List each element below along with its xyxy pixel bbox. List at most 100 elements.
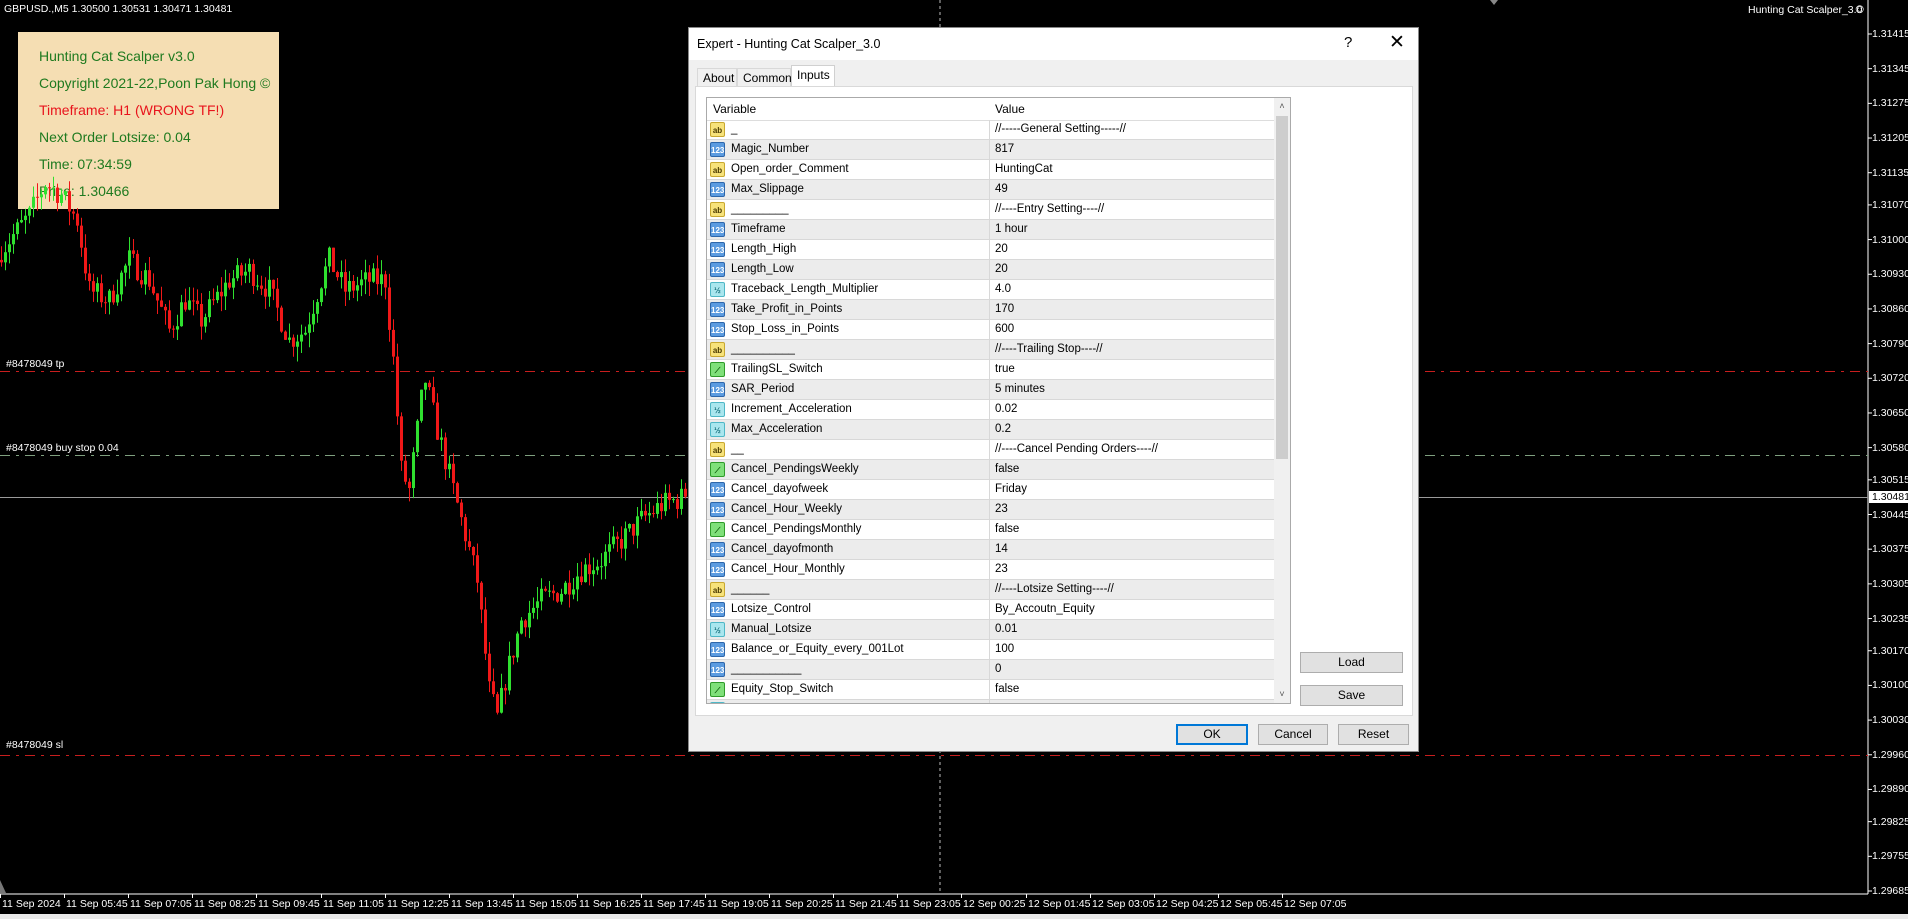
- variable-value[interactable]: //-----General Setting-----//: [995, 123, 1126, 135]
- variable-value[interactable]: 0: [995, 663, 1001, 675]
- int-type-icon: 123: [710, 302, 725, 317]
- ok-button[interactable]: OK: [1176, 724, 1248, 745]
- input-row[interactable]: ½: [707, 700, 1274, 703]
- input-row[interactable]: 123 Timeframe 1 hour: [707, 220, 1274, 240]
- input-row[interactable]: 123 Stop_Loss_in_Points 600: [707, 320, 1274, 340]
- variable-value[interactable]: true: [995, 363, 1015, 375]
- input-row[interactable]: ⟋ Cancel_PendingsWeekly false: [707, 460, 1274, 480]
- tab-common[interactable]: Common: [737, 68, 792, 86]
- price-axis-label: 1.30170: [1872, 644, 1908, 657]
- expert-label[interactable]: Hunting Cat Scalper_3.0: [1748, 4, 1862, 16]
- load-button[interactable]: Load: [1300, 652, 1403, 673]
- status-strip: [0, 914, 1908, 919]
- input-row[interactable]: ½ Manual_Lotsize 0.01: [707, 620, 1274, 640]
- variable-value[interactable]: 0.02: [995, 403, 1017, 415]
- input-row[interactable]: 123 Cancel_dayofweek Friday: [707, 480, 1274, 500]
- variable-name: Length_Low: [731, 263, 794, 275]
- variable-value[interactable]: 49: [995, 183, 1008, 195]
- variable-value[interactable]: //----Cancel Pending Orders----//: [995, 443, 1158, 455]
- variable-value[interactable]: 0.2: [995, 423, 1011, 435]
- input-row[interactable]: ⟋ TrailingSL_Switch true: [707, 360, 1274, 380]
- save-button[interactable]: Save: [1300, 685, 1403, 706]
- variable-value[interactable]: 20: [995, 243, 1008, 255]
- scrollbar-thumb[interactable]: [1276, 116, 1288, 459]
- close-icon[interactable]: ✕: [1389, 31, 1405, 54]
- column-header-value[interactable]: Value: [995, 102, 1025, 116]
- variable-value[interactable]: 170: [995, 303, 1014, 315]
- variable-value[interactable]: 4.0: [995, 283, 1011, 295]
- grid-scrollbar[interactable]: ˄ ˅: [1274, 98, 1290, 703]
- variable-value[interactable]: false: [995, 463, 1019, 475]
- price-axis-label: 1.29685: [1872, 885, 1908, 897]
- price-axis-label: 1.31135: [1872, 166, 1908, 179]
- cancel-button[interactable]: Cancel: [1258, 724, 1328, 745]
- chart-shift-marker-icon[interactable]: [1490, 0, 1498, 5]
- help-button[interactable]: ?: [1344, 34, 1352, 51]
- variable-value[interactable]: 20: [995, 263, 1008, 275]
- tab-inputs[interactable]: Inputs: [791, 65, 835, 87]
- info-panel: Hunting Cat Scalper v3.0 Copyright 2021-…: [18, 32, 279, 209]
- variable-value[interactable]: 1 hour: [995, 223, 1028, 235]
- variable-value[interactable]: 817: [995, 143, 1014, 155]
- int-type-icon: 123: [710, 242, 725, 257]
- column-separator: [989, 140, 990, 160]
- input-row[interactable]: 123 Cancel_Hour_Monthly 23: [707, 560, 1274, 580]
- double-type-icon: ½: [710, 282, 725, 297]
- input-row[interactable]: ½ Max_Acceleration 0.2: [707, 420, 1274, 440]
- price-axis-label: 1.31205: [1872, 132, 1908, 145]
- variable-value[interactable]: 14: [995, 543, 1008, 555]
- input-row[interactable]: ½ Increment_Acceleration 0.02: [707, 400, 1274, 420]
- input-row[interactable]: 123 Length_High 20: [707, 240, 1274, 260]
- input-row[interactable]: 123 Magic_Number 817: [707, 140, 1274, 160]
- input-row[interactable]: 123 Take_Profit_in_Points 170: [707, 300, 1274, 320]
- reset-button[interactable]: Reset: [1338, 724, 1409, 745]
- input-row[interactable]: ⟋ Cancel_PendingsMonthly false: [707, 520, 1274, 540]
- variable-value[interactable]: 600: [995, 323, 1014, 335]
- variable-value[interactable]: By_Accoutn_Equity: [995, 603, 1095, 615]
- variable-value[interactable]: //----Lotsize Setting----//: [995, 583, 1114, 595]
- input-row[interactable]: ab __________ //----Trailing Stop----//: [707, 340, 1274, 360]
- variable-value[interactable]: 0.01: [995, 623, 1017, 635]
- input-row[interactable]: 123 Length_Low 20: [707, 260, 1274, 280]
- input-row[interactable]: ⟋ Equity_Stop_Switch false: [707, 680, 1274, 700]
- input-row[interactable]: 123 ___________ 0: [707, 660, 1274, 680]
- variable-name: Increment_Acceleration: [731, 403, 852, 415]
- variable-value[interactable]: 5 minutes: [995, 383, 1045, 395]
- price-axis-label: 1.30235: [1872, 612, 1908, 625]
- input-row[interactable]: 123 Balance_or_Equity_every_001Lot 100: [707, 640, 1274, 660]
- input-row[interactable]: 123 Lotsize_Control By_Accoutn_Equity: [707, 600, 1274, 620]
- variable-name: Length_High: [731, 243, 797, 255]
- variable-value[interactable]: false: [995, 683, 1019, 695]
- dialog-titlebar[interactable]: Expert - Hunting Cat Scalper_3.0 ? ✕: [689, 28, 1418, 60]
- input-row[interactable]: ab _ //-----General Setting-----//: [707, 120, 1274, 140]
- input-row[interactable]: 123 SAR_Period 5 minutes: [707, 380, 1274, 400]
- column-separator: [989, 500, 990, 520]
- input-row[interactable]: ab ______ //----Lotsize Setting----//: [707, 580, 1274, 600]
- variable-value[interactable]: 23: [995, 563, 1008, 575]
- variable-name: Max_Slippage: [731, 183, 804, 195]
- variable-value[interactable]: Friday: [995, 483, 1027, 495]
- variable-name: ______: [731, 583, 770, 595]
- price-axis-label: 1.31415: [1872, 28, 1908, 40]
- input-row[interactable]: 123 Cancel_Hour_Weekly 23: [707, 500, 1274, 520]
- variable-value[interactable]: HuntingCat: [995, 163, 1053, 175]
- tab-about[interactable]: About: [697, 68, 737, 86]
- variable-value[interactable]: //----Entry Setting----//: [995, 203, 1104, 215]
- smiley-icon: ☺: [1853, 1, 1867, 16]
- bool-type-icon: ⟋: [710, 362, 725, 377]
- input-row[interactable]: ab _________ //----Entry Setting----//: [707, 200, 1274, 220]
- variable-value[interactable]: false: [995, 523, 1019, 535]
- variable-value[interactable]: //----Trailing Stop----//: [995, 343, 1103, 355]
- scroll-up-arrow-icon[interactable]: ˄: [1274, 98, 1290, 114]
- string-type-icon: ab: [710, 582, 725, 597]
- input-row[interactable]: ab Open_order_Comment HuntingCat: [707, 160, 1274, 180]
- input-row[interactable]: ab __ //----Cancel Pending Orders----//: [707, 440, 1274, 460]
- variable-value[interactable]: 100: [995, 643, 1014, 655]
- input-row[interactable]: 123 Cancel_dayofmonth 14: [707, 540, 1274, 560]
- input-row[interactable]: ½ Traceback_Length_Multiplier 4.0: [707, 280, 1274, 300]
- column-separator: [989, 400, 990, 420]
- scroll-down-arrow-icon[interactable]: ˅: [1274, 686, 1290, 702]
- column-header-variable[interactable]: Variable: [713, 102, 756, 116]
- variable-value[interactable]: 23: [995, 503, 1008, 515]
- input-row[interactable]: 123 Max_Slippage 49: [707, 180, 1274, 200]
